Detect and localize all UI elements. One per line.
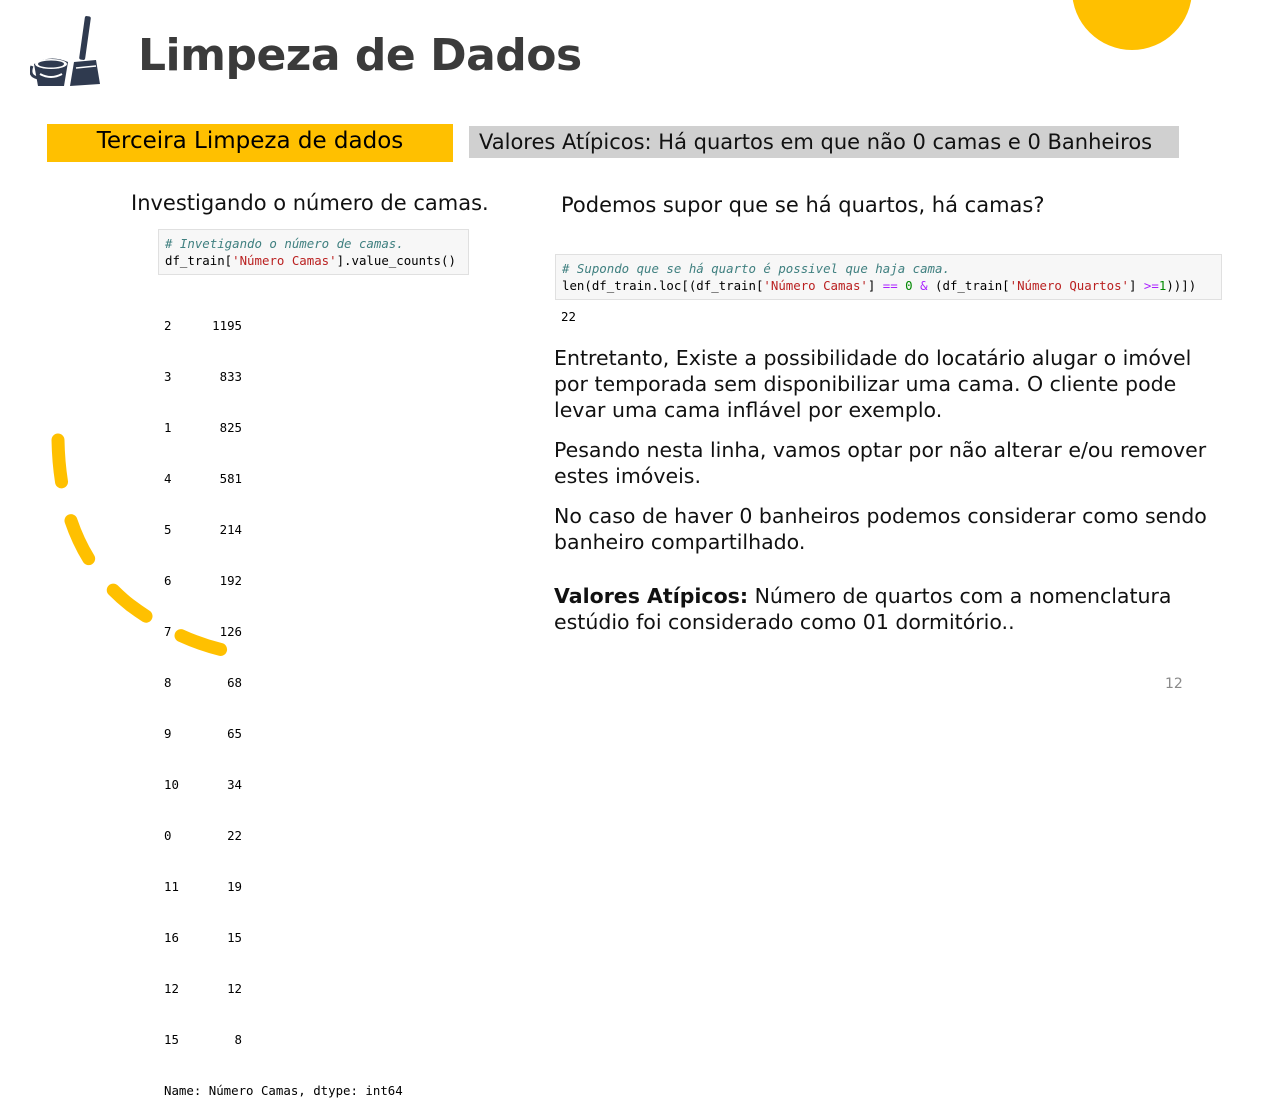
code-text: ] — [867, 278, 883, 293]
code-number: 0 — [905, 278, 913, 293]
page-number: 12 — [1165, 676, 1183, 692]
paragraph-studio: Valores Atípicos: Número de quartos com … — [554, 583, 1214, 635]
code-text: ].value_counts() — [336, 253, 456, 268]
output-row: 9 65 — [164, 726, 242, 741]
code-operator: & — [920, 278, 928, 293]
output-row: 0 22 — [164, 828, 242, 843]
decorative-dashed-arc — [51, 433, 262, 662]
code-text: df_train[ — [165, 253, 233, 268]
len-output: 22 — [561, 309, 576, 324]
code-operator: == — [882, 278, 898, 293]
slide-title: Limpeza de Dados — [138, 30, 582, 81]
code-string: 'Número Quartos' — [1009, 278, 1129, 293]
output-row: 3 833 — [164, 369, 242, 384]
paragraph-decision: Pesando nesta linha, vamos optar por não… — [554, 438, 1207, 488]
section-tag: Terceira Limpeza de dados — [47, 124, 453, 162]
output-row: 15 8 — [164, 1032, 242, 1047]
left-subtitle: Investigando o número de camas. — [131, 191, 489, 215]
paragraph-possibility: Entretanto, Existe a possibilidade do lo… — [554, 346, 1192, 422]
code-comment: # Supondo que se há quarto é possivel qu… — [562, 261, 950, 276]
output-row: 11 19 — [164, 879, 242, 894]
code-cell-len-filter[interactable]: # Supondo que se há quarto é possivel qu… — [555, 254, 1222, 300]
code-operator: >= — [1143, 278, 1159, 293]
code-cell-value-counts[interactable]: # Invetigando o número de camas. df_trai… — [158, 229, 469, 275]
paragraph-bathrooms: No caso de haver 0 banheiros podemos con… — [554, 504, 1207, 554]
value-counts-output: 2 1195 3 833 1 825 4 581 5 214 6 192 7 126 8 68 … — [164, 283, 444, 1116]
output-row: 2 1195 — [164, 318, 242, 333]
right-subtitle: Podemos supor que se há quartos, há cama… — [561, 193, 1045, 217]
code-string: 'Número Camas' — [232, 253, 337, 268]
outliers-tag: Valores Atípicos: Há quartos em que não … — [469, 126, 1179, 158]
decorative-circle — [1072, 0, 1192, 50]
output-row: 12 12 — [164, 981, 242, 996]
output-row: 10 34 — [164, 777, 242, 792]
code-text: ] — [1129, 278, 1144, 293]
outliers-label: Valores Atípicos: — [554, 584, 749, 608]
code-text: len(df_train.loc[(df_train[ — [562, 278, 764, 293]
code-text: ))]) — [1166, 278, 1197, 293]
code-string: 'Número Camas' — [763, 278, 868, 293]
output-footer: Name: Número Camas, dtype: int64 — [164, 1083, 403, 1098]
code-comment: # Invetigando o número de camas. — [165, 236, 404, 251]
output-row: 16 15 — [164, 930, 242, 945]
bucket-broom-icon — [30, 16, 100, 86]
code-text: (df_train[ — [927, 278, 1010, 293]
